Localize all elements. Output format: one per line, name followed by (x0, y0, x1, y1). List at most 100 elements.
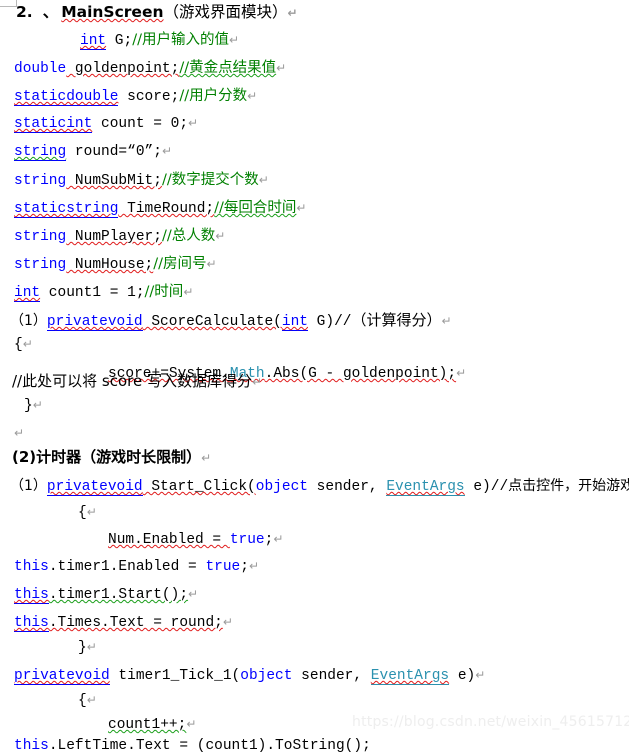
brace-close: } (78, 640, 87, 656)
brace-open: { (78, 505, 87, 521)
comment-db-score-text: //此处可以将 score 写入数据库得分 (12, 372, 252, 390)
code-line-timer-enabled: this.timer1.Enabled = true;↵ (14, 560, 259, 575)
kw-privatevoid: privatevoid (46, 479, 143, 496)
code-round-tail: ; (153, 144, 162, 160)
kw-staticstring: staticstring (14, 201, 119, 218)
comment-goldenpoint: //黄金点结果值 (179, 60, 277, 76)
comment-room-number: //房间号 (153, 256, 207, 272)
return-mark: ↵ (188, 116, 199, 130)
code-e-tail: e) (449, 668, 476, 684)
code-g: G; (106, 33, 133, 49)
code-score: score; (118, 89, 180, 105)
code-count1: count1 = 1; (40, 285, 145, 301)
document-page: 2.、 MainScreen（游戏界面模块）↵ int G;//用户输入的值↵ d… (0, 0, 629, 753)
return-mark: ↵ (296, 201, 307, 215)
csdn-watermark: https://blog.csdn.net/weixin_45615712 (352, 714, 629, 730)
code-line-int-g: int G;//用户输入的值↵ (80, 32, 239, 50)
return-mark: ↵ (222, 615, 233, 629)
brace-close: } (24, 398, 33, 414)
return-mark: ↵ (287, 6, 298, 20)
kw-privatevoid: privatevoid (14, 668, 110, 685)
code-line-open-brace-2: {↵ (78, 506, 97, 521)
code-line-num-enabled: Num.Enabled = true;↵ (108, 533, 283, 548)
return-mark: ↵ (86, 693, 97, 707)
heading-paren-text: （游戏界面模块） (163, 3, 288, 21)
return-mark: ↵ (475, 668, 486, 682)
return-mark: ↵ (248, 559, 260, 573)
code-line-count1: int count1 = 1;//时间↵ (14, 284, 194, 302)
code-sender: sender, (292, 668, 371, 684)
return-mark: ↵ (276, 61, 287, 75)
method-timer1-tick: timer1_Tick_1( (109, 668, 241, 684)
code-count: count = 0; (92, 116, 189, 132)
kw-int: int (14, 285, 41, 302)
item-number-1: （1） (10, 478, 47, 494)
comment-time-round: //每回合时间 (214, 200, 297, 216)
kw-object: object (255, 479, 308, 495)
comment-line-db-score: //此处可以将 score 写入数据库得分↵ (12, 374, 262, 389)
return-mark: ↵ (161, 144, 173, 158)
code-goldenpoint: goldenpoint; (66, 61, 180, 77)
code-lefttime-text: .LeftTime.Text = (count1).ToString(); (48, 738, 371, 754)
code-line-open-brace-3: {↵ (78, 694, 97, 709)
kw-double: double (14, 61, 67, 77)
code-times-text: .Times.Text = round; (48, 615, 223, 631)
return-mark: ↵ (86, 640, 97, 654)
code-round: round= (66, 144, 128, 160)
kw-int: int (281, 314, 308, 331)
code-line-count1-increment: count1++;↵ (108, 718, 196, 733)
code-numplayer: NumPlayer; (66, 229, 162, 245)
code-line-goldenpoint: double goldenpoint;//黄金点结果值↵ (14, 61, 286, 77)
code-line-numhouse: string NumHouse;//房间号↵ (14, 257, 217, 273)
return-mark: ↵ (251, 375, 263, 389)
heading-title: MainScreen (61, 3, 164, 21)
heading-separator: 、 (42, 3, 59, 21)
kw-this: this (14, 615, 49, 632)
code-numhouse: NumHouse; (66, 257, 154, 273)
code-line-times-text: this.Times.Text = round;↵ (14, 615, 233, 632)
code-sender: sender, (307, 479, 387, 495)
section-timer-text: (2)计时器（游戏时长限制） (12, 448, 202, 466)
type-eventargs: EventArgs (386, 479, 465, 496)
code-semicolon: ; (240, 559, 249, 575)
code-line-close-brace-2: }↵ (78, 641, 97, 656)
kw-this: this (14, 587, 49, 604)
heading-number: 2. (16, 3, 33, 21)
kw-object: object (240, 668, 293, 684)
code-timeround: TimeRound; (118, 201, 215, 217)
code-line-close-brace-1: }↵ (24, 399, 43, 414)
section-heading-timer: (2)计时器（游戏时长限制）↵ (12, 450, 211, 465)
code-abs-expr: .Abs(G - goldenpoint); (264, 366, 457, 382)
code-numsubmit: NumSubMit; (66, 173, 162, 189)
code-line-count: staticint count = 0;↵ (14, 116, 199, 133)
kw-string: string (14, 144, 67, 161)
code-param-tail: G)// (307, 314, 352, 330)
return-mark: ↵ (183, 285, 194, 299)
kw-privatevoid: privatevoid (46, 314, 143, 331)
return-mark: ↵ (14, 426, 25, 440)
return-mark: ↵ (186, 717, 197, 731)
return-mark: ↵ (273, 532, 284, 546)
brace-open: { (78, 693, 87, 709)
code-line-startclick-sig: （1）privatevoid Start_Click(object sender… (10, 478, 629, 496)
page-corner-marker (0, 0, 17, 7)
kw-staticdouble: staticdouble (14, 89, 119, 106)
return-mark: ↵ (86, 505, 97, 519)
return-mark: ↵ (441, 314, 452, 328)
method-scorecalculate: ScoreCalculate( (142, 314, 282, 330)
comment-time: //时间 (144, 284, 184, 300)
code-line-timeround: staticstring TimeRound;//每回合时间↵ (14, 200, 307, 218)
method-start-click: Start_Click( (142, 479, 256, 495)
comment-user-input-value: //用户输入的值 (132, 32, 229, 48)
heading-mainscreen: 2. 、 MainScreen（游戏界面模块）↵ (16, 3, 298, 21)
kw-staticint: staticint (14, 116, 93, 133)
string-zero: “0” (127, 144, 154, 160)
return-mark: ↵ (215, 229, 226, 243)
code-line-round: string round=“0”;↵ (14, 144, 173, 161)
comment-num-submit: //数字提交个数 (161, 172, 259, 188)
brace-open: { (14, 337, 23, 353)
comment-total-players: //总人数 (161, 228, 216, 244)
return-mark: ↵ (258, 173, 269, 187)
kw-string: string (14, 257, 67, 273)
return-mark: ↵ (32, 398, 43, 412)
